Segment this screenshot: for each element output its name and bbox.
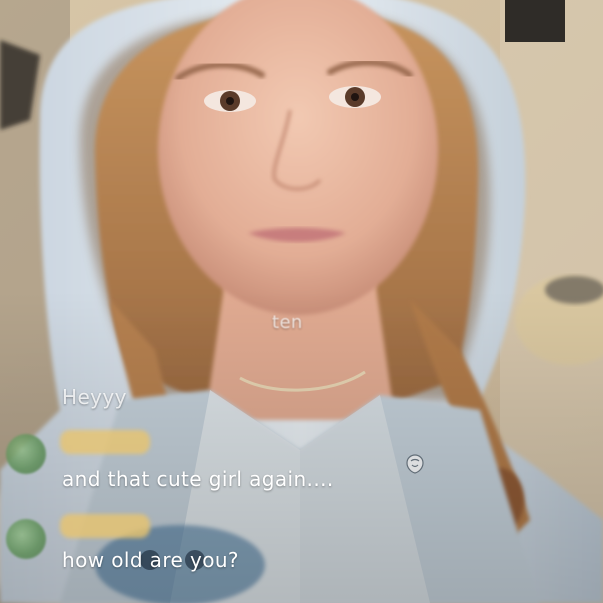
live-stream-view: ten Heyyy and that cute girl again.... h… xyxy=(0,0,603,603)
commenter-avatar[interactable] xyxy=(6,519,46,559)
comment-text: ten xyxy=(272,312,303,333)
commenter-avatar[interactable] xyxy=(6,434,46,474)
commenter-name[interactable] xyxy=(60,430,150,454)
comment-text: Heyyy xyxy=(62,385,127,409)
comment-text: and that cute girl again.... xyxy=(62,467,334,491)
commenter-name[interactable] xyxy=(60,514,150,538)
comment-text: how old are you? xyxy=(62,548,239,572)
live-comment-feed: ten Heyyy and that cute girl again.... h… xyxy=(0,300,420,600)
